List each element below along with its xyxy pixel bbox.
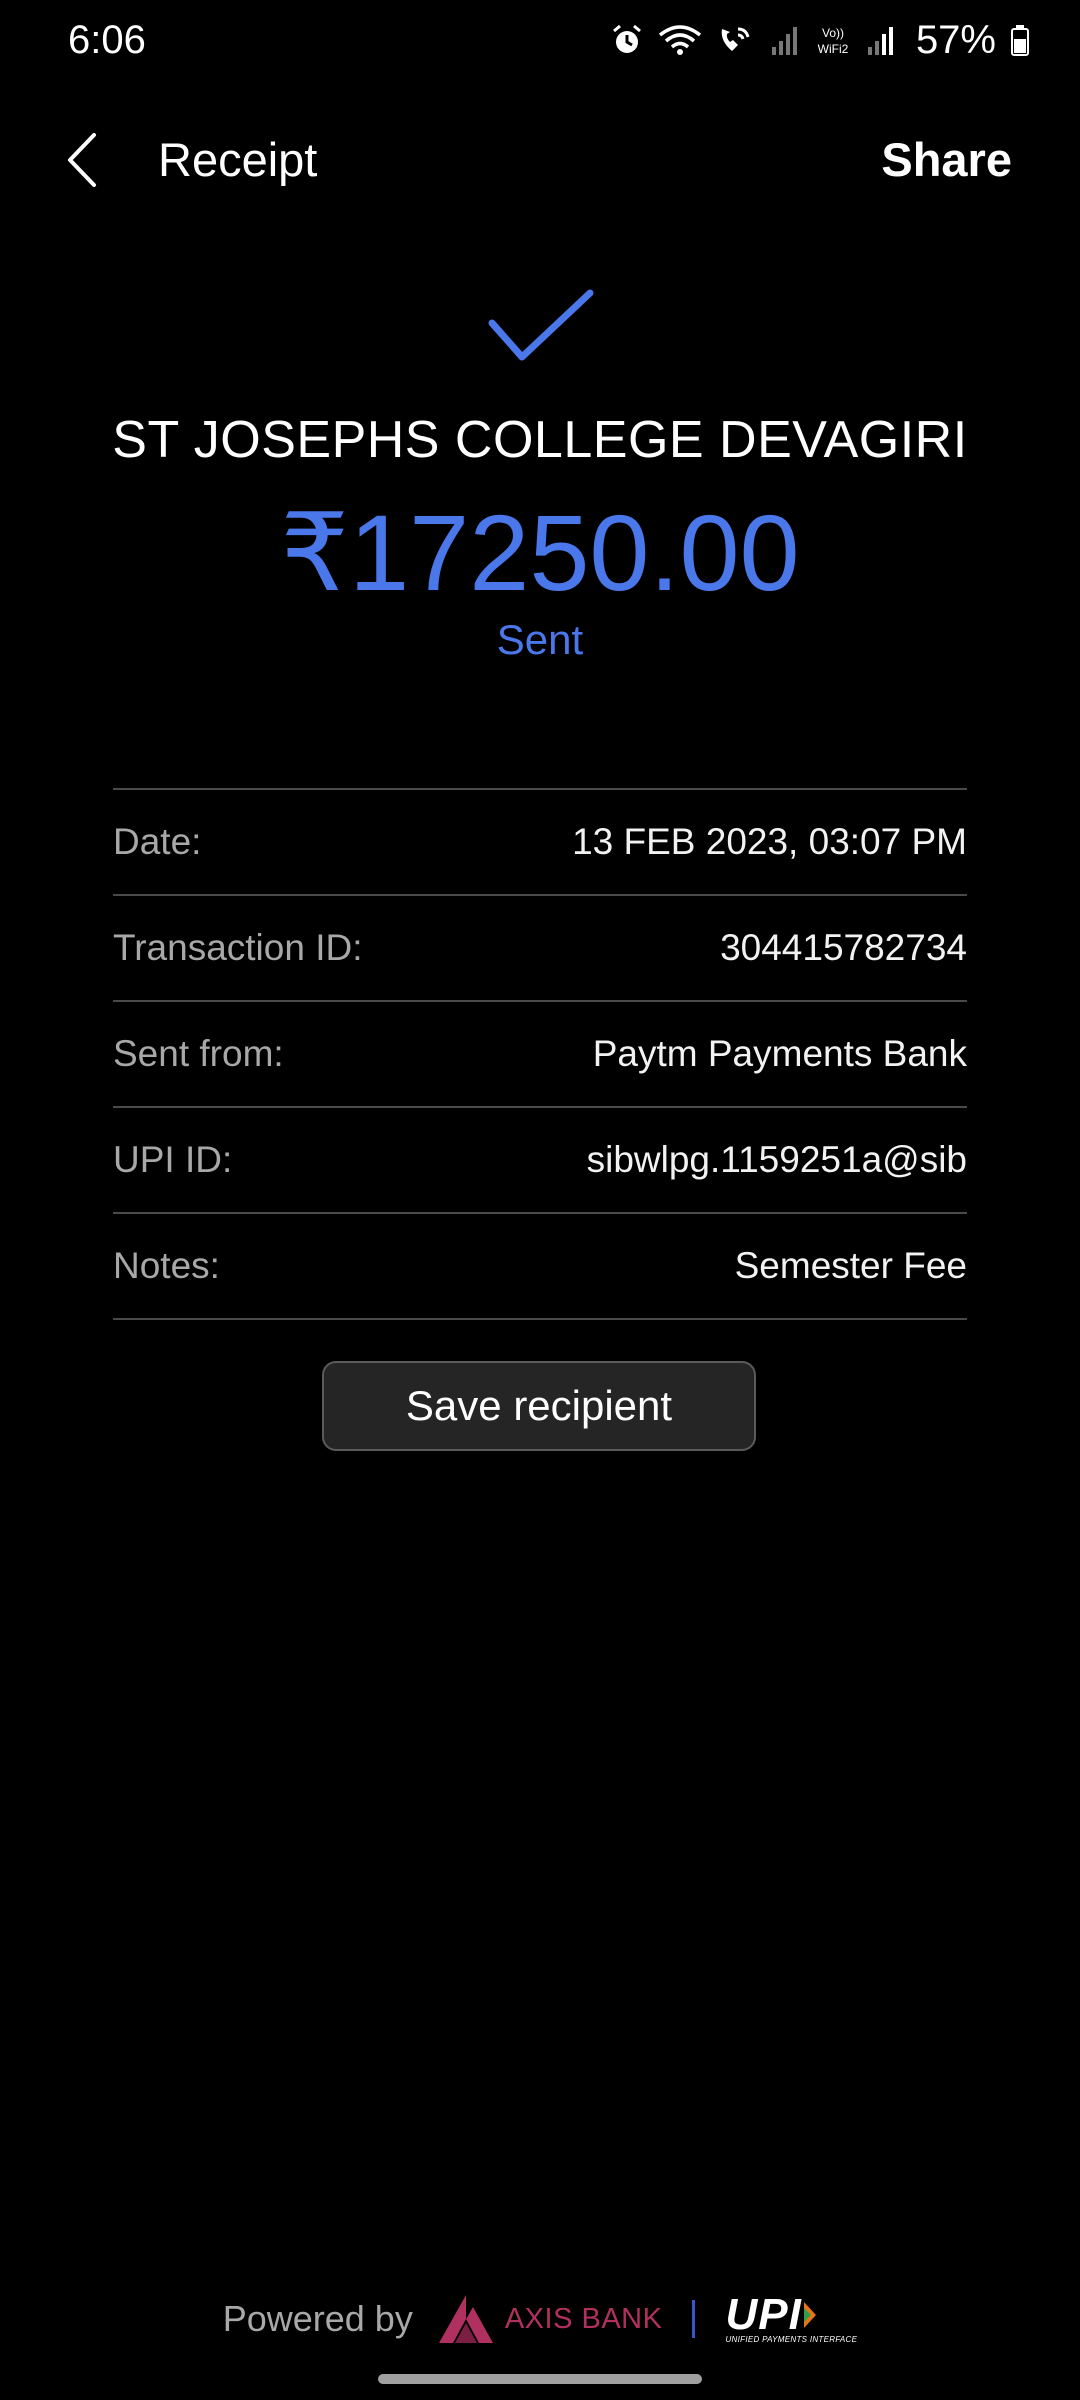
signal-icon [867, 27, 893, 55]
svg-text:WiFi2: WiFi2 [818, 42, 849, 56]
footer-branding: Powered by AXIS BANK UPI UNIFIED PAYMENT… [0, 2284, 1080, 2354]
detail-row-upi-id: UPI ID: sibwlpg.1159251a@sib [113, 1108, 967, 1214]
axis-bank-icon [438, 2295, 493, 2343]
detail-row-notes: Notes: Semester Fee [113, 1214, 967, 1320]
status-icons: Vo)) WiFi2 57% [610, 18, 1030, 63]
navigation-handle[interactable] [378, 2374, 702, 2384]
signal-icon [771, 27, 797, 55]
chevron-left-icon [68, 133, 96, 187]
wifi-icon [658, 25, 702, 55]
battery-icon [1011, 25, 1029, 56]
detail-row-date: Date: 13 FEB 2023, 03:07 PM [113, 790, 967, 896]
upi-arrow-icon [803, 2301, 816, 2328]
svg-text:Vo)): Vo)) [822, 26, 844, 40]
detail-value: 304415782734 [720, 927, 967, 968]
detail-label: UPI ID: [113, 1139, 233, 1180]
powered-by-label: Powered by [222, 2298, 413, 2339]
detail-row-sent-from: Sent from: Paytm Payments Bank [113, 1002, 967, 1108]
detail-value: 13 FEB 2023, 03:07 PM [572, 821, 967, 862]
detail-value: Semester Fee [734, 1245, 967, 1286]
recipient-name: ST JOSEPHS COLLEGE DEVAGIRI [112, 411, 968, 469]
transaction-details: Date: 13 FEB 2023, 03:07 PM Transaction … [113, 788, 967, 1320]
save-recipient-button[interactable]: Save recipient [322, 1361, 756, 1451]
detail-label: Date: [113, 821, 202, 862]
alarm-icon [612, 24, 641, 53]
payment-status: Sent [496, 616, 584, 663]
app-header: Receipt Share [0, 110, 1080, 210]
payment-amount: ₹17250.00 [280, 492, 800, 613]
share-button[interactable]: Share [881, 132, 1012, 187]
upi-label: UPI [725, 2289, 802, 2339]
receipt-screen: 6:06 Vo)) WiFi2 57% Receipt Share ST JOS… [0, 0, 1080, 2400]
upi-tagline: UNIFIED PAYMENTS INTERFACE [725, 2334, 858, 2344]
detail-label: Sent from: [113, 1033, 284, 1074]
checkmark-icon [488, 289, 594, 361]
detail-row-transaction-id: Transaction ID: 304415782734 [113, 896, 967, 1002]
wifi-call-icon [721, 27, 750, 51]
back-button[interactable] [52, 128, 112, 192]
axis-bank-logo: AXIS BANK [437, 2293, 663, 2345]
detail-value: sibwlpg.1159251a@sib [586, 1139, 967, 1180]
upi-logo: UPI UNIFIED PAYMENTS INTERFACE [725, 2289, 858, 2344]
status-time: 6:06 [68, 17, 146, 62]
detail-label: Transaction ID: [113, 927, 363, 968]
vowifi-icon: Vo)) WiFi2 [818, 26, 849, 56]
axis-bank-name: AXIS BANK [504, 2302, 663, 2335]
footer-divider [692, 2300, 696, 2338]
detail-value: Paytm Payments Bank [592, 1033, 967, 1074]
battery-percentage: 57% [915, 17, 996, 62]
page-title: Receipt [158, 133, 318, 186]
detail-label: Notes: [113, 1245, 220, 1286]
status-bar: 6:06 Vo)) WiFi2 57% [0, 0, 1080, 80]
